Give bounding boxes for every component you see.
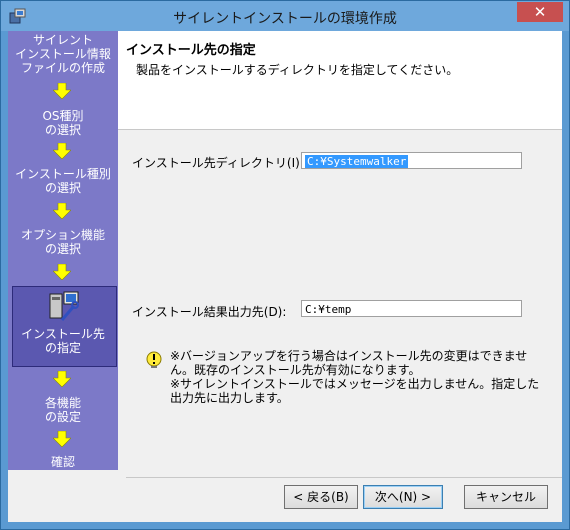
step-confirm: 確認 (8, 455, 118, 469)
step-line: の設定 (44, 410, 81, 424)
step-os-type: OS種別 の選択 (8, 109, 118, 137)
step-line: の選択 (44, 242, 81, 256)
step-install-type: インストール種別 の選択 (8, 167, 118, 195)
step-line: 確認 (50, 455, 75, 469)
step-feature-settings: 各機能 の設定 (8, 396, 118, 424)
close-button[interactable]: ✕ (517, 2, 563, 22)
step-line: サイレント (32, 33, 93, 47)
step-line: の選択 (44, 123, 81, 137)
computer-wrench-icon (49, 291, 79, 321)
step-create-info-file: サイレント インストール情報 ファイルの作成 (8, 33, 118, 75)
step-install-destination: インストール先 の指定 (8, 327, 118, 355)
down-arrow-icon (53, 203, 71, 219)
note-line: 出力先に出力します。 (170, 391, 289, 405)
note-line: ※サイレントインストールではメッセージを出力しません。指定した (170, 377, 540, 391)
step-line: の選択 (44, 181, 81, 195)
step-line: オプション機能 (20, 228, 105, 242)
step-panel: サイレント インストール情報 ファイルの作成 OS種別 の選択 インストール種別… (8, 31, 118, 470)
install-dir-value: C:¥Systemwalker (305, 155, 409, 168)
step-options: オプション機能 の選択 (8, 228, 118, 256)
page-header: インストール先の指定 製品をインストールするディレクトリを指定してください。 (118, 31, 562, 130)
install-dir-label: インストール先ディレクトリ(I): (132, 156, 304, 170)
note-line: ※バージョンアップを行う場合はインストール先の変更はできませ (170, 349, 528, 363)
back-button[interactable]: < 戻る(B) (284, 485, 358, 509)
title-bar[interactable]: サイレントインストールの環境作成 ✕ (1, 1, 569, 31)
step-line: インストール種別 (15, 167, 111, 181)
window-title: サイレントインストールの環境作成 (173, 11, 397, 27)
note-text: ※バージョンアップを行う場合はインストール先の変更はできませ ん。既存のインスト… (170, 349, 540, 405)
down-arrow-icon (53, 431, 71, 447)
down-arrow-icon (53, 83, 71, 99)
down-arrow-icon (53, 264, 71, 280)
page-subtitle: 製品をインストールするディレクトリを指定してください。 (136, 63, 459, 77)
step-line: OS種別 (42, 109, 84, 123)
button-separator (126, 477, 562, 478)
step-line: ファイルの作成 (20, 61, 105, 75)
install-dir-input[interactable]: C:¥Systemwalker (301, 152, 522, 169)
page-title: インストール先の指定 (126, 43, 256, 58)
down-arrow-icon (53, 143, 71, 159)
next-button[interactable]: 次へ(N) > (363, 485, 443, 509)
output-dir-input[interactable]: C:¥temp (301, 300, 522, 317)
step-line: インストール情報 (15, 47, 111, 61)
info-bulb-icon (146, 351, 162, 368)
step-line: の指定 (44, 341, 81, 355)
note-line: ん。既存のインストール先が有効になります。 (170, 363, 421, 377)
cancel-button[interactable]: キャンセル (464, 485, 548, 509)
app-icon (9, 8, 26, 24)
installer-window: サイレントインストールの環境作成 ✕ サイレント インストール情報 ファイルの作… (0, 0, 570, 530)
down-arrow-icon (53, 371, 71, 387)
step-line: 各機能 (44, 396, 81, 410)
output-dir-label: インストール結果出力先(D): (132, 305, 287, 319)
dialog-client-area: サイレント インストール情報 ファイルの作成 OS種別 の選択 インストール種別… (8, 31, 562, 522)
step-line: インストール先 (21, 327, 105, 341)
